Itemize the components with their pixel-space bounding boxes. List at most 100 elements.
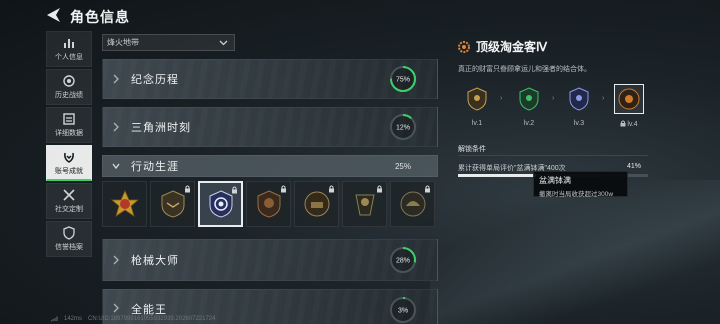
lock-icon <box>620 120 626 127</box>
arrow-right-icon: › <box>602 95 605 102</box>
category-label: 三角洲时刻 <box>131 122 191 134</box>
badge-cell[interactable] <box>150 181 195 227</box>
level-3-badge-icon <box>569 87 589 111</box>
tooltip-body: 撤离时当局收获超过300w <box>539 191 614 198</box>
tools-icon <box>63 189 75 201</box>
gold-cross-medal-icon <box>110 190 139 217</box>
header: 角色信息 <box>0 0 720 30</box>
chevron-down-icon <box>219 40 228 46</box>
tooltip-title: 盆满钵满 <box>539 176 571 185</box>
ping-text: 142ms <box>64 316 83 322</box>
sidebar-item-history[interactable]: 历史战绩 <box>46 69 92 105</box>
helmet-badge-icon <box>400 191 425 217</box>
sidebar-item-personal-info[interactable]: 个人信息 <box>46 31 92 67</box>
level-item-current[interactable]: lv.4 <box>614 84 644 128</box>
badge-cell-selected[interactable] <box>198 181 243 227</box>
shield-icon <box>63 226 75 240</box>
level-label: lv.4 <box>627 121 638 128</box>
category-label: 纪念历程 <box>131 74 179 86</box>
chevron-right-icon <box>113 122 119 132</box>
level-item[interactable]: lv.1 <box>462 84 492 127</box>
level-label: lv.1 <box>471 120 483 127</box>
badge-strip <box>102 181 438 229</box>
lock-icon <box>425 185 430 193</box>
footer: 142ms CN:UID:1897999161055932939.2026072… <box>50 316 215 322</box>
season-select[interactable]: 烽火地带 <box>102 34 235 51</box>
level-4-badge-icon <box>618 88 640 110</box>
level-item[interactable]: lv.3 <box>564 84 594 127</box>
progress-ring: 3% <box>390 297 416 323</box>
bar-chart-icon <box>64 39 74 48</box>
eagle-badge-icon <box>161 190 184 218</box>
progress-text: 75% <box>396 77 410 84</box>
sidebar-item-reputation[interactable]: 信誉档案 <box>46 221 92 257</box>
category-label: 全能王 <box>131 304 167 316</box>
level-label: lv.3 <box>573 120 585 127</box>
badge-cell[interactable] <box>294 181 339 227</box>
achievement-title: 顶级淘金客Ⅳ <box>476 40 548 54</box>
category-row-delta-moments[interactable]: 三角洲时刻 12% <box>102 107 438 147</box>
tooltip: 盆满钵满 撤离时当局收获超过300w <box>533 171 628 198</box>
lock-icon <box>377 185 382 193</box>
progress-ring: 12% <box>390 114 416 140</box>
document-icon <box>63 113 75 125</box>
background-streak <box>430 180 720 324</box>
lock-icon <box>185 185 190 193</box>
arrow-right-icon: › <box>552 95 555 102</box>
laurel-icon <box>64 152 74 163</box>
sidebar-item-label: 历史战绩 <box>55 92 83 99</box>
progress-ring: 28% <box>390 247 416 273</box>
lock-icon <box>329 185 334 193</box>
chevron-right-icon <box>113 255 119 265</box>
page-title: 角色信息 <box>70 9 130 25</box>
signal-icon <box>51 316 58 322</box>
progress-text: 28% <box>396 258 410 265</box>
soldier-badge-icon <box>354 194 375 216</box>
sidebar-item-label: 信誉档案 <box>55 244 83 251</box>
progress-ring: 75% <box>390 66 416 92</box>
sidebar-item-label: 社交定制 <box>55 206 83 213</box>
arrow-right-icon: › <box>500 95 503 102</box>
sidebar-item-achievements[interactable]: 账号成就 <box>46 145 92 181</box>
chevron-right-icon <box>113 303 119 313</box>
tank-badge-icon <box>304 191 329 217</box>
unlock-condition-heading: 解锁条件 <box>458 146 486 153</box>
badge-cell[interactable] <box>390 181 435 227</box>
sidebar-item-label: 个人信息 <box>55 54 83 61</box>
condition-progress-fill <box>458 174 536 177</box>
category-label: 行动生涯 <box>131 161 179 173</box>
divider <box>458 155 648 156</box>
sidebar-item-label: 详细数据 <box>55 130 83 137</box>
skull-badge-icon <box>257 190 280 218</box>
level-label: lv.2 <box>523 120 535 127</box>
progress-text: 12% <box>396 125 410 132</box>
chevron-right-icon <box>113 74 119 84</box>
sidebar-item-detail-data[interactable]: 详细数据 <box>46 107 92 143</box>
category-row-commemorative[interactable]: 纪念历程 75% <box>102 59 438 99</box>
sidebar-item-social[interactable]: 社交定制 <box>46 183 92 219</box>
uid-text: CN:UID:1897999161055932939.202607221724 <box>88 316 216 322</box>
target-icon <box>63 75 75 87</box>
badge-cell[interactable] <box>102 181 147 227</box>
back-arrow-icon[interactable] <box>44 7 62 23</box>
season-select-value: 烽火地带 <box>107 38 139 47</box>
category-row-career[interactable]: 行动生涯 25% <box>102 155 438 177</box>
category-row-weapon-master[interactable]: 枪械大师 28% <box>102 239 438 281</box>
badge-cell[interactable] <box>342 181 387 227</box>
condition-percent: 41% <box>627 163 642 170</box>
progress-text: 25% <box>394 161 411 171</box>
level-1-badge-icon <box>467 87 487 111</box>
progress-text: 3% <box>398 308 408 315</box>
lock-icon <box>232 186 237 194</box>
badge-cell[interactable] <box>246 181 291 227</box>
chevron-down-icon <box>112 163 120 170</box>
sidebar: 个人信息 历史战绩 详细数据 账号成就 社交定制 信誉档案 <box>46 31 92 259</box>
lock-icon <box>281 185 286 193</box>
level-2-badge-icon <box>519 87 539 111</box>
level-track: lv.1 › lv.2 › lv.3 › lv.4 <box>456 84 648 132</box>
achievement-gear-icon <box>458 41 470 53</box>
sidebar-item-label: 账号成就 <box>55 167 83 175</box>
achievement-description: 真正的财富只眷顾拿运儿和强者的结合体。 <box>458 66 591 73</box>
level-item[interactable]: lv.2 <box>514 84 544 127</box>
category-label: 枪械大师 <box>131 255 179 267</box>
